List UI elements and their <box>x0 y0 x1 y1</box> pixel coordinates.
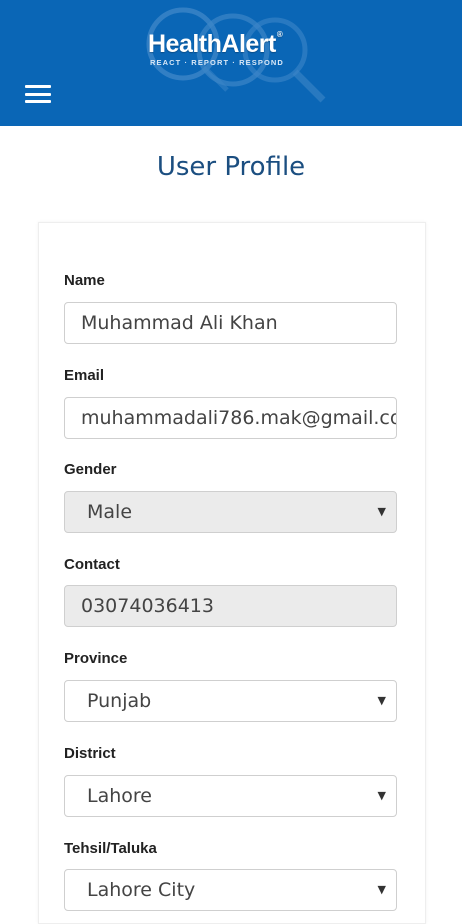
hamburger-menu-icon[interactable] <box>25 85 51 107</box>
brand-tagline: REACT · REPORT · RESPOND <box>150 58 284 67</box>
gender-label: Gender <box>64 461 117 478</box>
province-label: Province <box>64 650 128 667</box>
dropdown-caret-icon: ▼ <box>377 694 386 707</box>
page-title: User Profile <box>156 152 306 182</box>
province-value: Punjab <box>87 690 152 712</box>
province-select[interactable]: Punjab ▼ <box>64 680 397 722</box>
district-label: District <box>64 745 116 762</box>
tehsil-value: Lahore City <box>87 879 196 901</box>
district-value: Lahore <box>87 785 152 807</box>
email-field[interactable]: muhammadali786.mak@gmail.com <box>64 397 397 439</box>
name-field[interactable]: Muhammad Ali Khan <box>64 302 397 344</box>
brand-name: HealthAlert <box>148 30 276 58</box>
name-label: Name <box>64 272 105 289</box>
gender-value: Male <box>87 501 133 523</box>
app-logo: HealthAlert® <box>148 30 283 59</box>
tehsil-label: Tehsil/Taluka <box>64 840 157 857</box>
gender-select[interactable]: Male ▼ <box>64 491 397 533</box>
dropdown-caret-icon: ▼ <box>377 789 386 802</box>
menu-line <box>25 85 51 88</box>
contact-label: Contact <box>64 556 120 573</box>
dropdown-caret-icon: ▼ <box>377 883 386 896</box>
district-select[interactable]: Lahore ▼ <box>64 775 397 817</box>
menu-line <box>25 92 51 96</box>
menu-line <box>25 100 51 103</box>
registered-mark: ® <box>276 30 283 39</box>
app-header: HealthAlert® REACT · REPORT · RESPOND <box>0 0 462 126</box>
dropdown-caret-icon: ▼ <box>377 505 386 518</box>
contact-field[interactable]: 03074036413 <box>64 585 397 627</box>
email-label: Email <box>64 367 105 384</box>
tehsil-select[interactable]: Lahore City ▼ <box>64 869 397 911</box>
